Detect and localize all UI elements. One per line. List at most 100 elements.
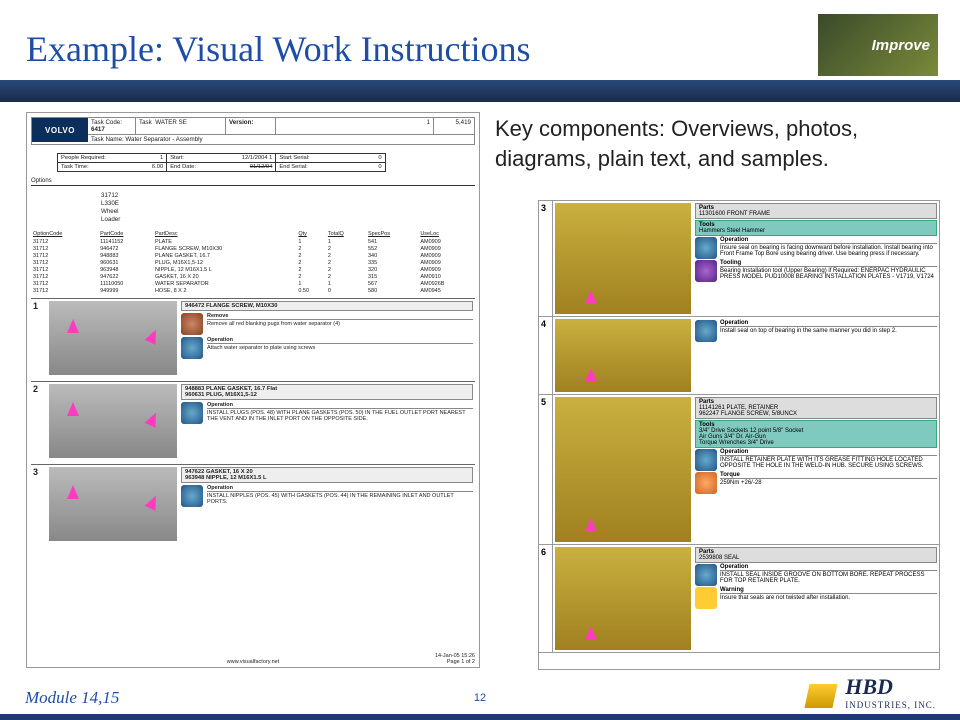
operation-icon xyxy=(181,402,203,424)
parts-col: TotalQ xyxy=(326,230,366,238)
step-row: 3 947622 GASKET, 16 X 20 963948 NIPPLE, … xyxy=(31,464,475,543)
task-code-lab: Task Code: xyxy=(91,119,122,126)
tooling-icon xyxy=(695,260,717,282)
parts-row: 31712963948NIPPLE, 12 M16X1.5 L22320AM09… xyxy=(31,266,475,273)
people-lab: People Required: xyxy=(61,155,106,161)
rstep-photo xyxy=(555,397,691,542)
parts-row: 3171211110050WATER SEPARATOR11567AM0926B xyxy=(31,280,475,287)
section-label: Tooling xyxy=(720,260,937,267)
section-label: Operation xyxy=(720,564,937,571)
parts-col: UseLoc xyxy=(418,230,475,238)
work-instruction-left: VOLVO Task Code: 6417 Task WATER SE Vers… xyxy=(26,112,480,668)
corner-graphic: Improve xyxy=(818,14,938,76)
section-label: Operation xyxy=(720,449,937,456)
hbd-text: HBD xyxy=(845,674,893,699)
op-label: Operation xyxy=(207,337,473,344)
step-part: 947622 GASKET, 16 X 20 963948 NIPPLE, 12… xyxy=(181,467,473,483)
start-lab: Start: xyxy=(170,155,184,161)
section-text: Insure seal on bearing is facing downwar… xyxy=(720,245,937,257)
operation-icon xyxy=(181,337,203,359)
section-text: INSTALL RETAINER PLATE WITH ITS GREASE F… xyxy=(720,457,937,469)
parts-row: 31712949999HOSE, 8 X 20.500580AM0945 xyxy=(31,287,475,294)
step-row: 2 948883 PLANE GASKET, 16.7 Flat 960631 … xyxy=(31,381,475,460)
op-text: Remove all red blanking pugs from water … xyxy=(207,321,473,327)
operation-icon xyxy=(695,320,717,342)
time-lab: Task Time: xyxy=(61,164,89,170)
option-line: L330E xyxy=(101,200,475,208)
step-photo xyxy=(49,301,177,375)
step-part: 948883 PLANE GASKET, 16.7 Flat 960631 PL… xyxy=(181,384,473,400)
parts-row: 3171211141152PLATE11541AM0909 xyxy=(31,238,475,245)
parts-row: 31712960631PLUG, M16X1,5-1222335AM0909 xyxy=(31,259,475,266)
rstep-number: 4 xyxy=(539,317,553,394)
work-instruction-right: 3 Parts11301600 FRONT FRAMEToolsHammers … xyxy=(538,200,940,670)
left-foot-meta: 14-Jan-05 15:26 Page 1 of 2 xyxy=(435,653,475,665)
warning-icon xyxy=(695,587,717,609)
section-bar: Parts2539808 SEAL xyxy=(695,547,937,563)
parts-col: SpecPos xyxy=(366,230,418,238)
module-label: Module 14,15 xyxy=(25,688,119,708)
section-text: Insure that seals are not twisted after … xyxy=(720,595,937,601)
left-foot-url: www.visualfactory.net xyxy=(227,659,279,665)
section-text: 259Nm +26/-28 xyxy=(720,480,937,486)
step-number: 2 xyxy=(31,382,47,460)
section-bar: Parts11141261 PLATE, RETAINER 962247 FLA… xyxy=(695,397,937,419)
step-photo xyxy=(49,467,177,541)
options-desc: 31712L330EWheelLoader xyxy=(101,192,475,224)
foot-page: Page 1 of 2 xyxy=(447,659,475,665)
rstep: 6 Parts2539808 SEALOperationINSTALL SEAL… xyxy=(539,545,939,653)
rstep: 4 OperationInstall seal on top of bearin… xyxy=(539,317,939,395)
rstep-number: 3 xyxy=(539,201,553,316)
torque-icon xyxy=(695,472,717,494)
step-number: 3 xyxy=(31,465,47,543)
time: 6.00 xyxy=(152,164,163,170)
section-bar: ToolsHammers Steel Hammer xyxy=(695,220,937,236)
improve-label: Improve xyxy=(872,37,930,54)
section-label: Torque xyxy=(720,472,937,479)
page-number: 12 xyxy=(474,692,486,704)
taskname-lab: Task Name: xyxy=(91,136,124,143)
option-line: Wheel xyxy=(101,208,475,216)
taskname: Water Separator - Assembly xyxy=(125,136,202,143)
end-lab: End Date: xyxy=(170,164,196,170)
start: 12/1/2004 1 xyxy=(242,155,273,161)
rstep-photo xyxy=(555,547,691,650)
section-bar: Tools3/4" Drive Sockets 12 point 5/8" So… xyxy=(695,420,937,448)
parts-col: PartDesc xyxy=(153,230,296,238)
op-text: INSTALL NIPPLES (POS. 45) WITH GASKETS (… xyxy=(207,493,473,505)
task-val: WATER SE xyxy=(155,119,187,126)
section-text: Install seal on top of bearing in the sa… xyxy=(720,328,937,334)
seq-no: 5,419 xyxy=(434,118,474,134)
step-photo xyxy=(49,384,177,458)
volvo-logo: VOLVO xyxy=(32,118,88,142)
operation-icon xyxy=(695,564,717,586)
step-row: 1 946472 FLANGE SCREW, M10X30 RemoveRemo… xyxy=(31,298,475,377)
startser: 0 xyxy=(378,155,381,161)
endser-lab: End Serial: xyxy=(279,164,307,170)
section-text: Bearing Installation tool (Upper Bearing… xyxy=(720,268,937,280)
task-lab: Task xyxy=(139,119,152,126)
rstep-number: 6 xyxy=(539,545,553,652)
endser: 0 xyxy=(378,164,381,170)
section-bar: Parts11301600 FRONT FRAME xyxy=(695,203,937,219)
bottom-bar xyxy=(0,714,960,720)
version: 1 xyxy=(276,118,434,134)
section-text: INSTALL SEAL INSIDE GROOVE ON BOTTOM BOR… xyxy=(720,572,937,584)
operation-icon xyxy=(181,485,203,507)
version-lab: Version: xyxy=(229,119,253,126)
parts-col: Qty xyxy=(296,230,326,238)
startser-lab: Start Serial: xyxy=(279,155,309,161)
section-label: Operation xyxy=(720,320,937,327)
option-line: Loader xyxy=(101,216,475,224)
step-part: 946472 FLANGE SCREW, M10X30 xyxy=(181,301,473,311)
rstep-photo xyxy=(555,203,691,314)
operation-icon xyxy=(695,449,717,471)
op-label: Remove xyxy=(207,313,473,320)
remove-icon xyxy=(181,313,203,335)
rstep-photo xyxy=(555,319,691,392)
rstep: 5 Parts11141261 PLATE, RETAINER 962247 F… xyxy=(539,395,939,545)
parts-col: OptionCode xyxy=(31,230,98,238)
task-code: 6417 xyxy=(91,126,105,133)
rstep: 3 Parts11301600 FRONT FRAMEToolsHammers … xyxy=(539,201,939,317)
step-number: 1 xyxy=(31,299,47,377)
